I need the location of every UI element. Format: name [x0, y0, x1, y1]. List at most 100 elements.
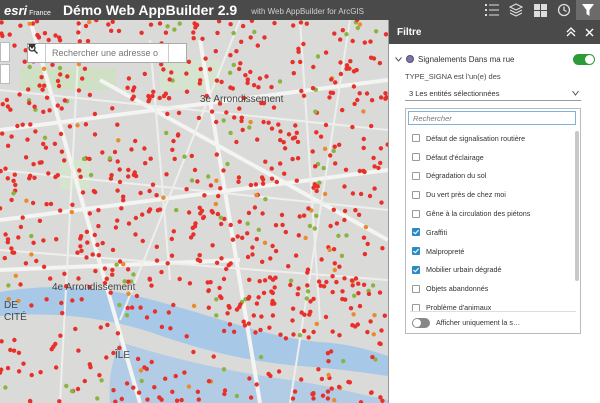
checkbox-checked[interactable]	[412, 228, 420, 237]
map-point	[182, 154, 187, 159]
map-point	[332, 398, 337, 403]
option-item[interactable]: Malpropreté	[406, 242, 576, 261]
map-point	[236, 179, 241, 184]
checkbox[interactable]	[412, 171, 420, 180]
map-point	[370, 354, 375, 360]
map-point	[247, 125, 252, 130]
map-point	[258, 354, 264, 360]
map-point	[67, 124, 73, 129]
map-point	[58, 333, 63, 338]
map-point	[258, 327, 263, 333]
map-point	[361, 145, 366, 151]
values-select[interactable]: 3 Les entités sélectionnées	[405, 86, 581, 101]
map-point	[254, 236, 259, 242]
map-point	[247, 376, 252, 381]
option-item[interactable]: Mobilier urbain dégradé	[406, 261, 576, 280]
map-point	[240, 235, 245, 240]
map-point	[53, 174, 58, 180]
filter-icon[interactable]	[576, 0, 600, 20]
checkbox[interactable]	[412, 190, 420, 199]
map-view[interactable]: 3e Arrondissement 4e Arrondissement ÎLE …	[0, 20, 388, 403]
map-point	[277, 79, 283, 84]
checkbox[interactable]	[412, 134, 420, 143]
map-point	[310, 86, 316, 91]
checkbox-checked[interactable]	[412, 247, 420, 256]
zoom-in-button[interactable]	[0, 42, 10, 62]
map-point	[163, 30, 169, 35]
map-point	[184, 187, 189, 192]
map-point	[342, 276, 347, 281]
map-point	[203, 56, 208, 61]
search-input[interactable]	[46, 48, 168, 58]
option-item[interactable]: Graffiti	[406, 223, 576, 242]
map-point	[112, 149, 118, 155]
map-point	[150, 182, 156, 187]
map-point	[114, 262, 119, 267]
option-item[interactable]: Objets abandonnés	[406, 279, 576, 298]
values-dropdown-list: Défaut de signalisation routière Défaut d…	[405, 108, 581, 334]
filter-toggle-switch[interactable]	[573, 53, 595, 65]
close-panel-button[interactable]	[582, 25, 596, 39]
collapse-button[interactable]	[564, 25, 578, 39]
map-point	[238, 302, 243, 307]
map-point	[87, 211, 93, 216]
map-point	[270, 290, 275, 296]
map-point	[130, 96, 135, 102]
map-point	[175, 133, 181, 138]
checkbox[interactable]	[412, 153, 420, 162]
chevron-down-icon[interactable]	[395, 56, 402, 62]
option-item[interactable]: Défaut d'éclairage	[406, 148, 576, 167]
checkbox[interactable]	[412, 284, 420, 293]
map-point	[100, 150, 105, 155]
map-point	[76, 348, 81, 353]
map-point	[13, 273, 18, 278]
layers-icon[interactable]	[504, 0, 528, 20]
grid-icon[interactable]	[528, 0, 552, 20]
map-point	[231, 329, 237, 334]
option-item[interactable]: Défaut de signalisation routière	[406, 129, 576, 148]
map-point	[69, 388, 75, 394]
option-item[interactable]: Du vert près de chez moi	[406, 185, 576, 204]
search-button[interactable]	[28, 44, 186, 62]
map-point	[83, 23, 89, 29]
map-point	[260, 181, 266, 186]
map-point	[328, 223, 333, 229]
map-point	[70, 298, 75, 303]
map-point	[272, 285, 277, 290]
list-icon[interactable]	[480, 0, 504, 20]
map-point	[154, 244, 159, 249]
option-label: Défaut d'éclairage	[426, 152, 484, 162]
option-item[interactable]: Gêne à la circulation des piétons	[406, 204, 576, 223]
map-point	[76, 21, 81, 26]
map-zoom-controls	[0, 42, 10, 86]
list-search-input[interactable]	[408, 111, 576, 125]
map-point	[189, 153, 194, 159]
map-point	[147, 276, 152, 281]
map-point	[11, 348, 17, 353]
map-point	[236, 175, 242, 180]
checkbox-checked[interactable]	[412, 265, 420, 274]
map-point	[150, 93, 155, 99]
map-point	[182, 370, 187, 375]
map-point	[353, 276, 359, 281]
map-point	[290, 59, 295, 65]
map-point	[126, 221, 132, 226]
map-point	[278, 129, 283, 134]
map-point	[37, 83, 42, 88]
map-point	[179, 397, 184, 403]
checkbox[interactable]	[412, 209, 420, 218]
map-point	[301, 213, 307, 218]
zoom-out-button[interactable]	[0, 64, 10, 84]
show-only-selected-row: Afficher uniquement la s…	[410, 311, 576, 333]
map-point	[262, 278, 268, 283]
map-point	[333, 80, 338, 85]
list-scrollbar[interactable]	[575, 131, 579, 281]
map-point	[214, 178, 219, 183]
map-point	[174, 207, 179, 213]
option-item[interactable]: Dégradation du sol	[406, 167, 576, 186]
history-icon[interactable]	[552, 0, 576, 20]
map-point	[48, 276, 53, 281]
map-point	[247, 294, 252, 300]
map-point	[362, 40, 367, 45]
show-only-toggle[interactable]	[412, 317, 430, 328]
